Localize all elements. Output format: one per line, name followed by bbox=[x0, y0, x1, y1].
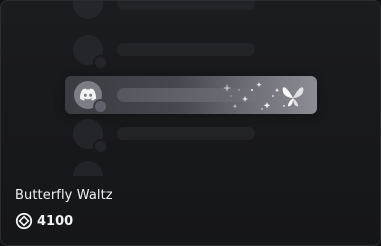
effect-preview bbox=[1, 1, 380, 176]
butterfly-icon bbox=[282, 87, 304, 107]
placeholder-member-row bbox=[73, 35, 273, 70]
butterfly-sparkle-effect bbox=[223, 82, 304, 110]
placeholder-member-row bbox=[73, 1, 273, 19]
orb-icon bbox=[15, 212, 33, 230]
item-price: 4100 bbox=[15, 212, 73, 230]
placeholder-member-row bbox=[73, 161, 273, 176]
placeholder-avatar bbox=[73, 161, 103, 176]
highlighted-member-row bbox=[65, 76, 317, 114]
placeholder-member-row bbox=[73, 119, 273, 154]
placeholder-status-dot bbox=[93, 139, 108, 154]
placeholder-name-bar bbox=[117, 127, 255, 140]
placeholder-avatar bbox=[73, 1, 103, 19]
placeholder-name-bar bbox=[117, 1, 255, 10]
discord-logo-icon bbox=[80, 88, 96, 101]
price-amount: 4100 bbox=[37, 213, 74, 229]
item-name: Butterfly Waltz bbox=[15, 188, 113, 203]
shop-item-card[interactable]: Butterfly Waltz 4100 bbox=[0, 0, 381, 246]
placeholder-status-dot bbox=[93, 55, 108, 70]
status-indicator bbox=[93, 99, 108, 114]
placeholder-name-bar bbox=[117, 43, 255, 56]
